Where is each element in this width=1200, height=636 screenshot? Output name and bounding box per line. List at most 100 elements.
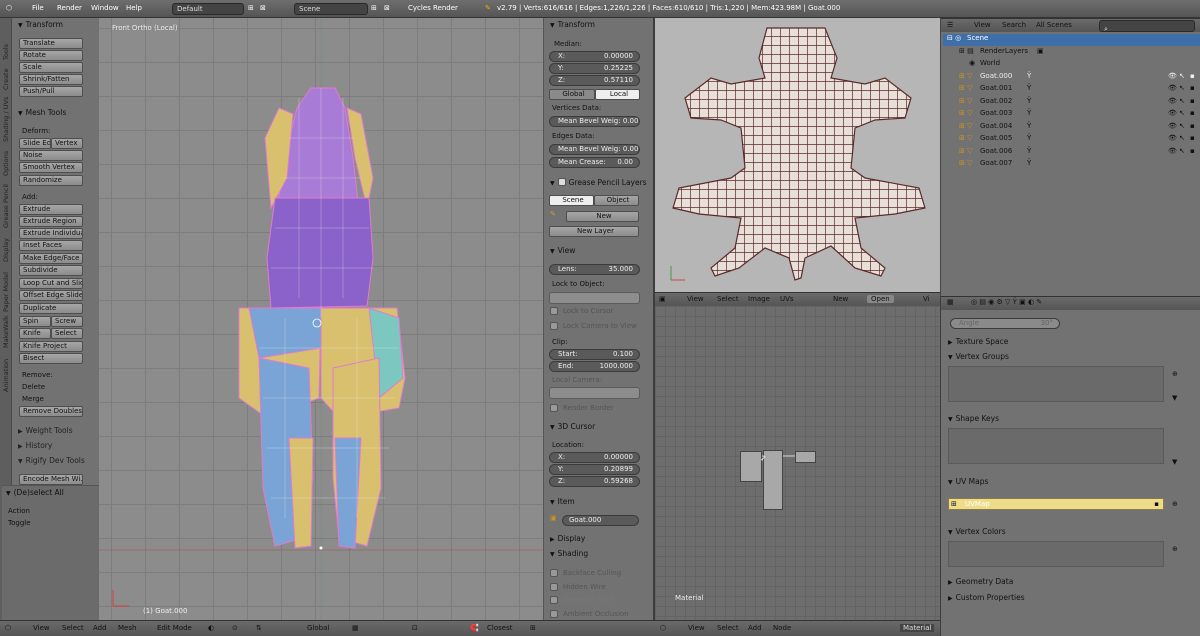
uv-view-toggle[interactable]: Vi xyxy=(923,295,930,303)
view-section-header[interactable]: ▼ View xyxy=(550,246,575,255)
cursor-icon[interactable]: ↖ xyxy=(1179,147,1185,155)
uv-map-row[interactable]: ⊞ UVMap ▪ xyxy=(948,498,1164,510)
shrink-fatten-button[interactable]: Shrink/Fatten xyxy=(19,74,83,85)
render-engine-selector[interactable]: Cycles Render xyxy=(408,4,458,12)
noise-button[interactable]: Noise xyxy=(19,150,83,161)
uv-new-button[interactable]: New xyxy=(833,295,848,303)
camera-icon[interactable]: ▪ xyxy=(1190,97,1195,105)
eye-icon[interactable]: 👁 xyxy=(1168,72,1177,80)
eye-icon[interactable]: 👁 xyxy=(1168,109,1177,117)
cursor-x-field[interactable]: X: 0.00000 xyxy=(549,452,640,463)
slide-vertex-button[interactable]: Vertex xyxy=(51,138,83,149)
tab-paper-model[interactable]: Paper Model xyxy=(2,272,10,312)
menu-file[interactable]: File xyxy=(32,4,44,12)
vertex-groups-header[interactable]: ▼ Vertex Groups xyxy=(948,352,1009,361)
screw-button[interactable]: Screw xyxy=(51,316,83,327)
uv-view-menu[interactable]: View xyxy=(687,295,704,303)
lock-camera-checkbox[interactable] xyxy=(550,322,558,330)
camera-icon[interactable]: ▪ xyxy=(1190,147,1195,155)
new-layer-button[interactable]: New Layer xyxy=(549,226,639,237)
outliner-type-icon[interactable]: ☰ xyxy=(947,21,953,29)
uv-maps-header[interactable]: ▼ UV Maps xyxy=(948,477,988,486)
uv-open-button[interactable]: Open xyxy=(867,295,894,303)
outliner-search-menu[interactable]: Search xyxy=(1002,21,1026,29)
outliner-display-mode[interactable]: All Scenes xyxy=(1036,21,1072,29)
add-layout-icon[interactable]: ⊞ xyxy=(248,4,254,12)
material-slot[interactable]: Material xyxy=(900,624,935,632)
properties-type-icon[interactable]: ▦ xyxy=(947,298,954,306)
clip-start-field[interactable]: Start: 0.100 xyxy=(549,349,640,360)
grease-pencil-checkbox[interactable] xyxy=(557,178,566,186)
new-grease-button[interactable]: New xyxy=(566,211,639,222)
subdivide-button[interactable]: Subdivide xyxy=(19,265,83,276)
outliner-row-goat-001[interactable]: ⊞ ▽ Goat.001 Ϋ 👁 ↖ ▪ xyxy=(943,84,1200,96)
custom-properties-header[interactable]: ▶ Custom Properties xyxy=(948,593,1025,602)
camera-icon[interactable]: ▪ xyxy=(1190,72,1195,80)
item-name-field[interactable]: Goat.000 xyxy=(562,515,639,526)
snap-target-selector[interactable]: Closest xyxy=(487,624,512,632)
local-camera-field[interactable] xyxy=(549,387,640,399)
vertex-groups-list[interactable] xyxy=(948,366,1164,402)
blender-logo-icon[interactable]: ⬡ xyxy=(6,4,12,12)
viewport-mesh-menu[interactable]: Mesh xyxy=(118,624,136,632)
uv-image-menu[interactable]: Image xyxy=(748,295,770,303)
tab-animation[interactable]: Animation xyxy=(2,359,10,392)
cursor-y-field[interactable]: Y: 0.20899 xyxy=(549,464,640,475)
shading-section-header[interactable]: ▼ Shading xyxy=(550,549,588,558)
outliner-row-goat-005[interactable]: ⊞ ▽ Goat.005 Ϋ 👁 ↖ ▪ xyxy=(943,134,1200,146)
global-toggle[interactable]: Global xyxy=(549,89,595,100)
cursor-icon[interactable]: ↖ xyxy=(1179,134,1185,142)
tab-makewalk[interactable]: MakeWalk xyxy=(2,315,10,348)
eye-icon[interactable]: 👁 xyxy=(1168,122,1177,130)
delete-dropdown[interactable]: Delete xyxy=(22,383,45,391)
shape-key-menu-icon[interactable]: ▼ xyxy=(1172,458,1177,466)
extrude-button[interactable]: Extrude xyxy=(19,204,83,215)
outliner-row-renderlayers[interactable]: ⊞ ▤ RenderLayers ▣ xyxy=(943,47,1200,59)
tab-grease-pencil[interactable]: Grease Pencil xyxy=(2,184,10,228)
render-border-checkbox[interactable] xyxy=(550,404,558,412)
uv-layout[interactable] xyxy=(655,18,940,292)
action-value[interactable]: Toggle xyxy=(8,519,31,527)
mean-bevel-weight-field[interactable]: Mean Bevel Weig: 0.00 xyxy=(549,116,640,127)
geometry-data-header[interactable]: ▶ Geometry Data xyxy=(948,577,1013,586)
local-toggle[interactable]: Local xyxy=(595,89,640,100)
offset-edge-slide-button[interactable]: Offset Edge Slide xyxy=(19,290,83,301)
camera-icon[interactable]: ▪ xyxy=(1154,500,1159,508)
outliner-row-goat-003[interactable]: ⊞ ▽ Goat.003 Ϋ 👁 ↖ ▪ xyxy=(943,109,1200,121)
texture-space-header[interactable]: ▶ Texture Space xyxy=(948,337,1008,346)
outliner-row-goat-004[interactable]: ⊞ ▽ Goat.004 Ϋ 👁 ↖ ▪ xyxy=(943,122,1200,134)
merge-dropdown[interactable]: Merge xyxy=(22,395,44,403)
outliner-row-goat-002[interactable]: ⊞ ▽ Goat.002 Ϋ 👁 ↖ ▪ xyxy=(943,97,1200,109)
cursor-icon[interactable]: ↖ xyxy=(1179,122,1185,130)
tab-tools[interactable]: Tools xyxy=(2,44,10,60)
camera-icon[interactable]: ▪ xyxy=(1190,122,1195,130)
node-node-menu[interactable]: Node xyxy=(773,624,791,632)
extrude-individual-button[interactable]: Extrude Individual xyxy=(19,228,83,239)
cursor-icon[interactable]: ↖ xyxy=(1179,84,1185,92)
shape-keys-header[interactable]: ▼ Shape Keys xyxy=(948,414,999,423)
smooth-vertex-button[interactable]: Smooth Vertex xyxy=(19,162,83,173)
menu-render[interactable]: Render xyxy=(57,4,82,12)
add-scene-icon[interactable]: ⊞ xyxy=(371,4,377,12)
grease-object-tab[interactable]: Object xyxy=(594,195,639,206)
manipulator-icon[interactable]: ⇅ xyxy=(256,624,262,632)
menu-window[interactable]: Window xyxy=(91,4,119,12)
ambient-checkbox[interactable] xyxy=(550,610,558,618)
grease-scene-tab[interactable]: Scene xyxy=(549,195,594,206)
item-section-header[interactable]: ▼ Item xyxy=(550,497,575,506)
viewport-view-menu[interactable]: View xyxy=(33,624,50,632)
tab-create[interactable]: Create xyxy=(2,68,10,90)
camera-icon[interactable]: ▪ xyxy=(1190,134,1195,142)
transform-section-header[interactable]: ▼ Transform xyxy=(550,20,595,29)
duplicate-button[interactable]: Duplicate xyxy=(19,303,83,314)
backface-checkbox[interactable] xyxy=(550,569,558,577)
camera-icon[interactable]: ▪ xyxy=(1190,84,1195,92)
median-z-field[interactable]: Z: 0.57110 xyxy=(549,75,640,86)
push-pull-button[interactable]: Push/Pull xyxy=(19,86,83,97)
shape-keys-list[interactable] xyxy=(948,428,1164,464)
outliner-row-goat-000[interactable]: ⊞ ▽ Goat.000 Ϋ 👁 ↖ ▪ xyxy=(943,72,1200,84)
snap-element-icon[interactable]: ⊞ xyxy=(530,624,536,632)
lock-cursor-checkbox[interactable] xyxy=(550,307,558,315)
scale-button[interactable]: Scale xyxy=(19,62,83,73)
grease-pencil-section-header[interactable]: ▼ Grease Pencil Layers xyxy=(550,177,647,187)
